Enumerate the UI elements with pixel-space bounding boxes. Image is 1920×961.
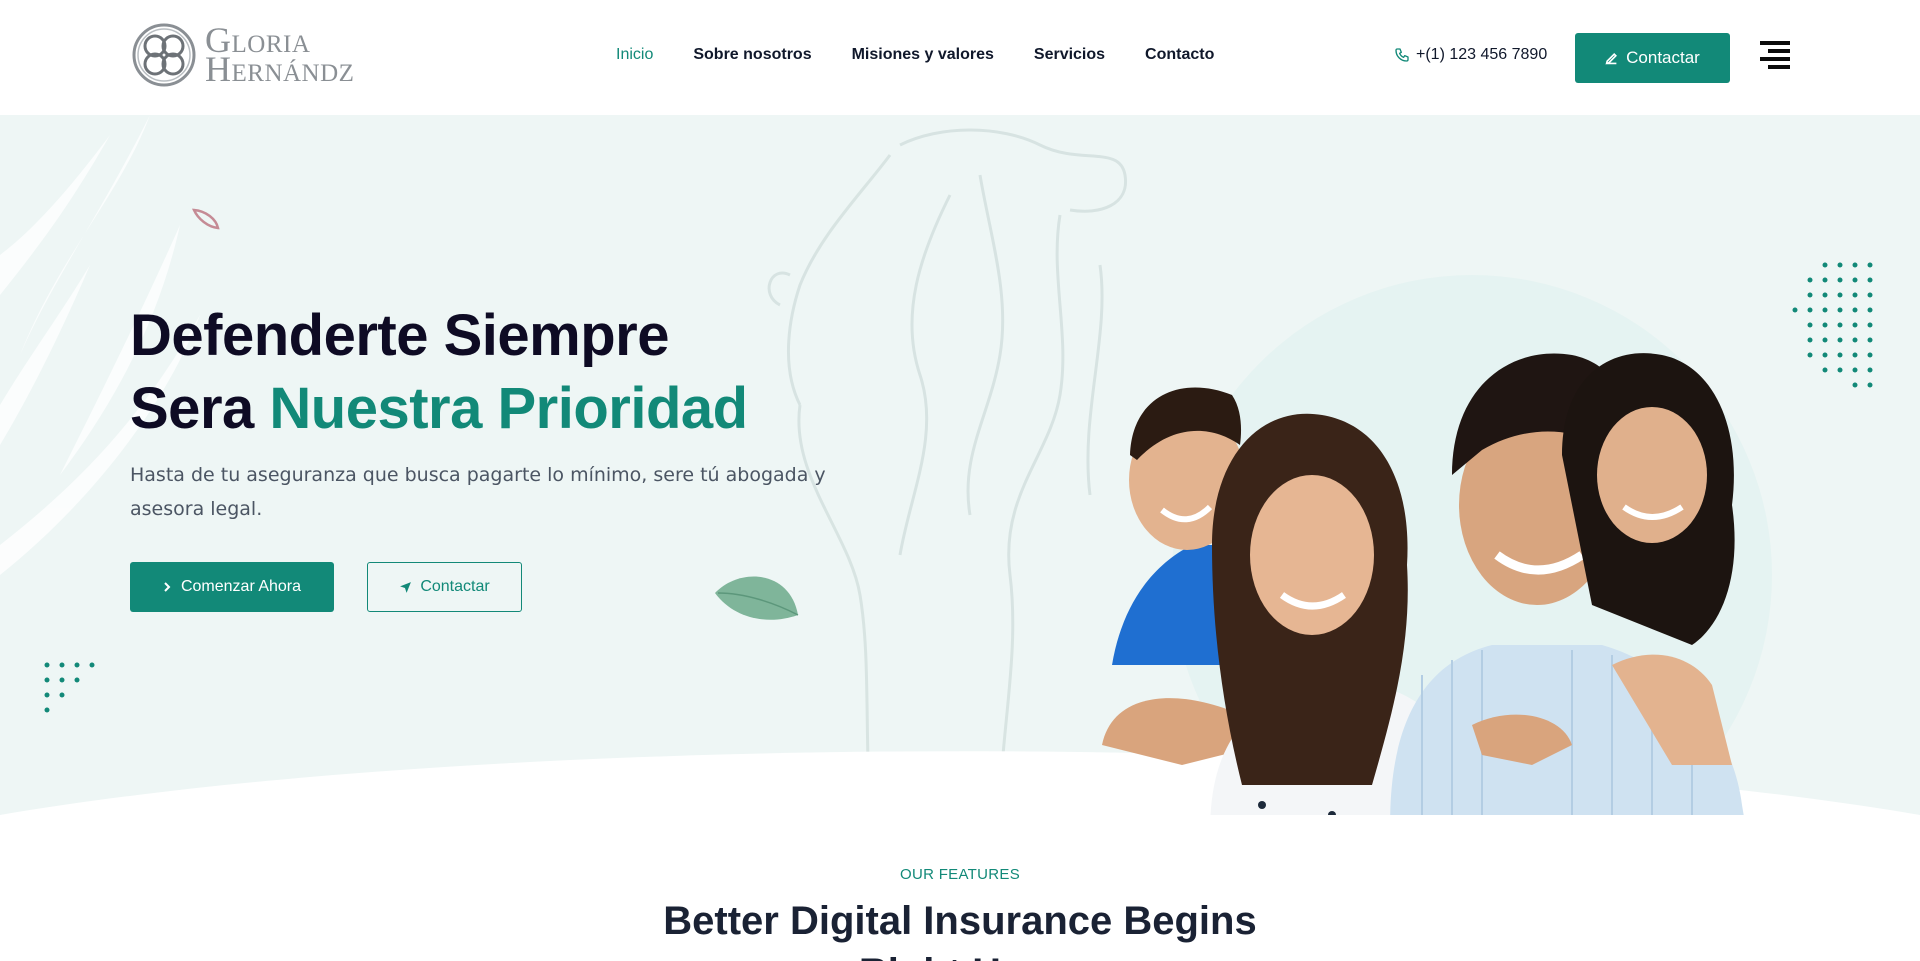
hero-title-line2-part1: Sera — [130, 376, 270, 441]
features-title-line1: Better Digital Insurance Begins — [663, 899, 1257, 943]
primary-button-label: Comenzar Ahora — [180, 578, 302, 595]
features-title-line2: Right Here — [859, 951, 1061, 961]
nav-item-misiones-y-valores[interactable]: Misiones y valores — [852, 46, 994, 64]
nav-item-sobre-nosotros[interactable]: Sobre nosotros — [693, 46, 811, 64]
phone-number: +(1) 123 456 7890 — [1416, 46, 1548, 63]
phone-icon — [1395, 48, 1409, 62]
features-label: OUR FEATURES — [900, 866, 1020, 883]
menu-icon[interactable] — [1760, 41, 1790, 73]
send-icon — [400, 581, 412, 593]
header-phone[interactable]: +(1) 123 456 7890 — [1394, 46, 1547, 64]
logo-wordmark: Gloria Hernándz — [205, 22, 355, 89]
hero-section: Defenderte Siempre Sera Nuestra Priorida… — [0, 115, 1920, 815]
site-header: Gloria Hernándz Inicio Sobre nosotros Mi… — [0, 0, 1920, 115]
hero-title-line1: Defenderte Siempre — [130, 303, 669, 368]
header-cta-label: Contactar — [1626, 48, 1700, 67]
main-nav: Inicio Sobre nosotros Misiones y valores… — [616, 46, 1214, 64]
header-contactar-button[interactable]: Contactar — [1575, 33, 1730, 83]
brand-logo[interactable]: Gloria Hernándz — [131, 22, 376, 88]
hero-contactar-button[interactable]: Contactar — [367, 562, 522, 612]
hero-title: Defenderte Siempre Sera Nuestra Priorida… — [130, 299, 748, 445]
comenzar-ahora-button[interactable]: Comenzar Ahora — [130, 562, 334, 612]
nav-item-servicios[interactable]: Servicios — [1034, 46, 1105, 64]
nav-item-contacto[interactable]: Contacto — [1145, 46, 1214, 64]
nav-item-inicio[interactable]: Inicio — [616, 46, 653, 64]
secondary-button-label: Contactar — [420, 578, 490, 595]
family-photo — [1102, 275, 1772, 815]
dots-pattern-icon — [44, 662, 95, 713]
logo-text-line2: Hernándz — [205, 49, 355, 89]
features-title: Better Digital Insurance Begins Right He… — [0, 895, 1920, 961]
pencil-icon — [1605, 52, 1618, 64]
hero-title-highlight: Nuestra Prioridad — [269, 376, 748, 441]
logo-mark-icon — [132, 23, 196, 87]
hero-description: Hasta de tu aseguranza que busca pagarte… — [130, 464, 826, 520]
chevron-right-icon — [164, 582, 171, 592]
leaf-icon — [715, 576, 799, 620]
